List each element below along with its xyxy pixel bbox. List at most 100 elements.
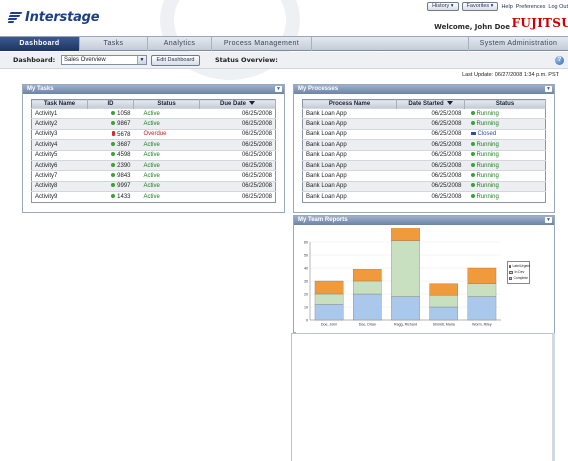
y-tick-label: 20 [304, 292, 308, 296]
tab-tasks[interactable]: Tasks [80, 37, 148, 51]
process-name-cell[interactable]: Bank Loan App [302, 107, 397, 119]
column-header-status[interactable]: Status [133, 99, 200, 109]
table-row[interactable]: Bank Loan App 06/25/2008 Running [302, 139, 546, 151]
task-name-cell[interactable]: Activity6 [31, 159, 88, 171]
task-status-cell: Active [133, 118, 200, 130]
task-name-cell[interactable]: Activity1 [31, 107, 88, 119]
process-name-cell[interactable]: Bank Loan App [302, 180, 397, 192]
status-dot-icon [111, 183, 116, 188]
status-dot-icon [470, 162, 475, 167]
tab-process-management[interactable]: Process Management [212, 37, 312, 51]
table-row[interactable]: Bank Loan App 06/25/2008 Running [302, 149, 546, 161]
task-name-cell[interactable]: Activity4 [31, 139, 88, 151]
column-header-process-status[interactable]: Status [464, 99, 546, 109]
app-header: Interstage History ▾ Favorites ▾ Help Pr… [0, 0, 568, 80]
process-name-cell[interactable]: Bank Loan App [302, 191, 397, 203]
task-id-cell: 5678 [87, 128, 134, 140]
task-name-cell[interactable]: Activity2 [31, 118, 88, 130]
table-row[interactable]: Activity2 9867 Active 06/25/2008 [31, 118, 276, 130]
panel-menu-icon[interactable]: ▼ [275, 86, 282, 92]
my-tasks-panel: My Tasks ▼ Task Name ID Status Due Date … [22, 84, 285, 213]
table-row[interactable]: Bank Loan App 06/25/2008 Running [302, 180, 546, 192]
chevron-down-icon[interactable]: ▼ [137, 56, 146, 64]
favorites-menu-button[interactable]: Favorites ▾ [461, 2, 499, 11]
preferences-link[interactable]: Preferences [516, 4, 546, 10]
table-row[interactable]: Bank Loan App 06/25/2008 Running [302, 191, 546, 203]
process-status-cell: Closed [464, 128, 546, 140]
y-tick-label: 50 [304, 253, 308, 257]
bar-late-urgent [353, 269, 382, 282]
bar-late-urgent [391, 226, 420, 241]
dashboard-select[interactable]: Sales Overview ▼ [61, 55, 147, 65]
status-dot-icon [470, 121, 475, 126]
table-row[interactable]: Activity9 1433 Active 06/25/2008 [31, 191, 276, 203]
panel-menu-icon[interactable]: ▼ [545, 86, 552, 92]
process-status-cell: Running [464, 170, 546, 182]
my-processes-panel: My Processes ▼ Process Name Date Started… [293, 84, 555, 213]
team-reports-title: My Team Reports [298, 217, 348, 223]
process-name-cell[interactable]: Bank Loan App [302, 149, 397, 161]
status-dot-icon [470, 152, 475, 157]
task-name-cell[interactable]: Activity3 [31, 128, 88, 140]
my-processes-title: My Processes [298, 86, 339, 92]
process-status-cell: Running [464, 180, 546, 192]
task-name-cell[interactable]: Activity9 [31, 191, 88, 203]
interstage-logo[interactable]: Interstage [7, 10, 100, 25]
panel-menu-icon[interactable]: ▼ [545, 217, 552, 223]
y-tick-label: 0 [306, 318, 308, 322]
table-row[interactable]: Activity3 5678 Overdue 06/25/2008 [31, 128, 276, 140]
table-row[interactable]: Bank Loan App 06/25/2008 Running [302, 107, 546, 119]
table-row[interactable]: Bank Loan App 06/25/2008 Closed [302, 128, 546, 140]
task-due-cell: 06/25/2008 [199, 118, 276, 130]
process-name-cell[interactable]: Bank Loan App [302, 139, 397, 151]
column-header-date-started[interactable]: Date Started [396, 99, 465, 109]
column-header-due-date[interactable]: Due Date [199, 99, 276, 109]
bar-complete [391, 296, 420, 321]
task-status-cell: Active [133, 191, 200, 203]
tab-analytics[interactable]: Analytics [148, 37, 212, 51]
task-name-cell[interactable]: Activity8 [31, 180, 88, 192]
bar-complete [353, 293, 382, 321]
table-row[interactable]: Activity6 2390 Active 06/25/2008 [31, 159, 276, 171]
process-date-cell: 06/25/2008 [396, 118, 465, 130]
logout-link[interactable]: Log Out [548, 4, 568, 10]
column-header-process-name[interactable]: Process Name [302, 99, 397, 109]
task-due-cell: 06/25/2008 [199, 107, 276, 119]
task-due-cell: 06/25/2008 [199, 170, 276, 182]
status-dot-icon [111, 173, 116, 178]
help-link[interactable]: Help [501, 4, 512, 10]
process-name-cell[interactable]: Bank Loan App [302, 128, 397, 140]
bar-in-dev [353, 280, 382, 295]
task-due-cell: 06/25/2008 [199, 149, 276, 161]
task-name-cell[interactable]: Activity5 [31, 149, 88, 161]
table-row[interactable]: Activity4 3687 Active 06/25/2008 [31, 139, 276, 151]
table-row[interactable]: Activity1 1058 Active 06/25/2008 [31, 107, 276, 119]
legend-swatch [509, 276, 512, 280]
tab-dashboard[interactable]: Dashboard [0, 37, 80, 51]
table-row[interactable]: Activity5 4598 Active 06/25/2008 [31, 149, 276, 161]
table-row[interactable]: Activity7 9843 Active 06/25/2008 [31, 170, 276, 182]
process-name-cell[interactable]: Bank Loan App [302, 159, 397, 171]
table-row[interactable]: Bank Loan App 06/25/2008 Running [302, 170, 546, 182]
process-name-cell[interactable]: Bank Loan App [302, 118, 397, 130]
edit-dashboard-button[interactable]: Edit Dashboard [151, 55, 200, 66]
table-row[interactable]: Bank Loan App 06/25/2008 Running [302, 159, 546, 171]
table-row[interactable]: Bank Loan App 06/25/2008 Running [302, 118, 546, 130]
column-header-id[interactable]: ID [87, 99, 134, 109]
task-id-cell: 4598 [87, 149, 134, 161]
process-date-cell: 06/25/2008 [396, 139, 465, 151]
process-status-cell: Running [464, 139, 546, 151]
column-header-task-name[interactable]: Task Name [31, 99, 88, 109]
tab-system-administration[interactable]: System Administration [468, 37, 568, 51]
process-name-cell[interactable]: Bank Loan App [302, 170, 397, 182]
task-id-cell: 9997 [87, 180, 134, 192]
status-overview-label: Status Overview: [215, 56, 278, 64]
task-name-cell[interactable]: Activity7 [31, 170, 88, 182]
help-icon[interactable]: ? [555, 56, 564, 65]
table-row[interactable]: Activity8 9997 Active 06/25/2008 [31, 180, 276, 192]
process-status-cell: Running [464, 118, 546, 130]
history-menu-button[interactable]: History ▾ [427, 2, 459, 11]
legend-swatch [509, 270, 513, 274]
status-dot-icon [111, 141, 116, 146]
my-tasks-title: My Tasks [27, 86, 54, 92]
